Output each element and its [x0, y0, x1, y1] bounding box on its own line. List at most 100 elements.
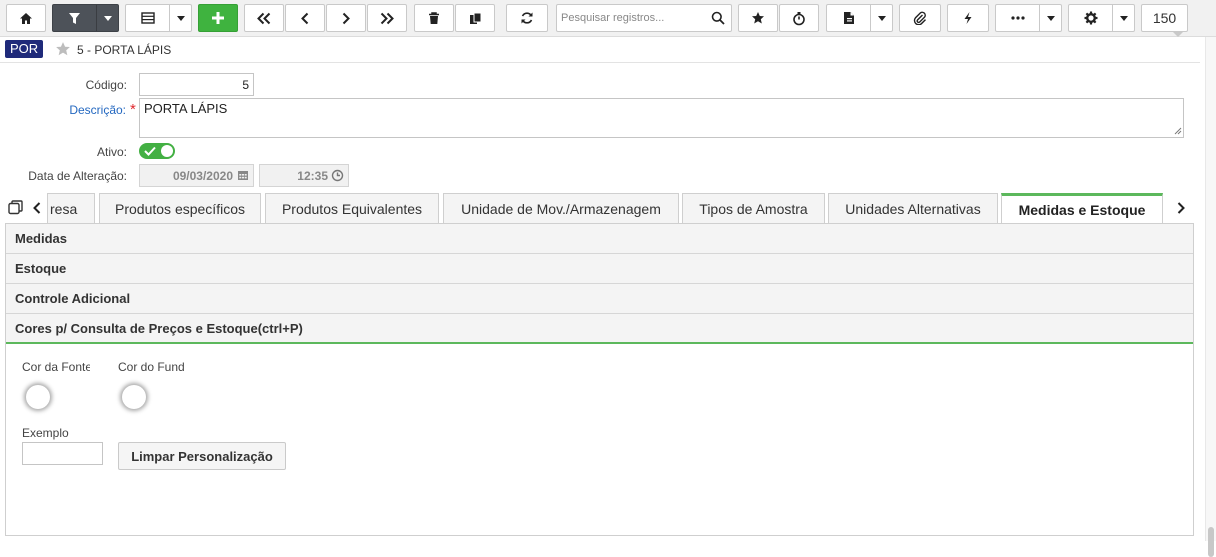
module-badge: POR — [5, 40, 44, 58]
record-header: POR 5 - PORTA LÁPIS — [0, 37, 1200, 63]
more-dropdown-toggle[interactable] — [1039, 5, 1061, 31]
windows-icon[interactable] — [8, 200, 23, 215]
attachment-button[interactable] — [899, 4, 941, 32]
search-box — [556, 4, 732, 32]
codigo-field[interactable] — [139, 73, 254, 96]
search-icon[interactable] — [711, 11, 725, 25]
tab-label: Medidas e Estoque — [1018, 202, 1146, 218]
section-title: Estoque — [15, 261, 67, 276]
descricao-label: Descrição: — [69, 103, 126, 117]
tab-label: Tipos de Amostra — [699, 200, 808, 217]
action-button[interactable] — [947, 4, 989, 32]
tab-unidade-mov-armazenagem[interactable]: Unidade de Mov./Armazenagem — [443, 193, 679, 223]
more-button[interactable] — [995, 4, 1062, 32]
clock-icon[interactable] — [331, 169, 344, 182]
section-medidas[interactable]: Medidas — [6, 224, 1193, 254]
grid-view-dropdown-toggle[interactable] — [169, 5, 191, 31]
filter-icon — [69, 12, 80, 24]
chevron-left-icon — [301, 12, 309, 24]
vertical-scrollbar[interactable] — [1205, 37, 1216, 557]
ativo-label: Ativo: — [96, 145, 127, 159]
favorite-button[interactable] — [738, 4, 778, 32]
descricao-field[interactable]: PORTA LÁPIS — [139, 98, 1184, 138]
first-record-button[interactable] — [244, 4, 284, 32]
tab-empresa[interactable]: resa — [47, 193, 95, 223]
star-icon — [752, 12, 764, 24]
cor-fundo-label: Cor do Fund — [118, 360, 185, 374]
hora-alteracao-field: 12:35 — [259, 164, 349, 187]
tab-label: Produtos Equivalentes — [281, 200, 423, 217]
previous-record-button[interactable] — [285, 4, 325, 32]
cor-fundo-picker[interactable] — [122, 385, 146, 409]
document-icon — [843, 12, 854, 24]
refresh-button[interactable] — [506, 4, 548, 32]
tab-label: Unidade de Mov./Armazenagem — [461, 200, 661, 217]
double-chevron-right-icon — [380, 12, 394, 24]
check-icon — [144, 146, 156, 156]
tab-bar: resa Produtos específicos Produtos Equiv… — [0, 193, 1200, 224]
tab-label: Produtos específicos — [115, 200, 245, 217]
tab-label: resa — [50, 200, 78, 217]
timer-button[interactable] — [779, 4, 819, 32]
chevron-right-icon — [342, 12, 350, 24]
tab-content: Medidas Estoque Controle Adicional Cores… — [5, 223, 1194, 536]
chevron-down-icon — [176, 15, 185, 21]
tab-unidades-alternativas[interactable]: Unidades Alternativas — [828, 193, 998, 223]
codigo-label: Código: — [85, 78, 127, 92]
filter-dropdown-toggle[interactable] — [96, 5, 118, 31]
paperclip-icon — [913, 11, 926, 25]
chevron-down-icon — [1119, 15, 1128, 21]
copy-button[interactable] — [455, 4, 495, 32]
section-estoque[interactable]: Estoque — [6, 254, 1193, 284]
section-controle-adicional[interactable]: Controle Adicional — [6, 284, 1193, 314]
exemplo-field[interactable] — [22, 442, 103, 465]
home-button[interactable] — [6, 4, 46, 32]
main-toolbar: 150 — [0, 0, 1216, 37]
tab-produtos-equivalentes[interactable]: Produtos Equivalentes — [265, 193, 439, 223]
home-icon — [20, 12, 32, 24]
add-record-button[interactable] — [198, 4, 238, 32]
grid-view-button[interactable] — [125, 4, 192, 32]
data-alteracao-value: 09/03/2020 — [172, 169, 233, 183]
scrollbar-thumb[interactable] — [1208, 527, 1214, 557]
data-alteracao-field: 09/03/2020 — [139, 164, 254, 187]
gear-icon — [1084, 11, 1097, 25]
calendar-icon[interactable] — [237, 169, 249, 181]
limpar-personalizacao-button[interactable]: Limpar Personalização — [118, 442, 286, 470]
report-dropdown-toggle[interactable] — [870, 5, 892, 31]
section-cores-consulta[interactable]: Cores p/ Consulta de Preços e Estoque(ct… — [6, 314, 1193, 344]
search-input[interactable] — [557, 5, 707, 31]
ativo-toggle[interactable] — [139, 143, 175, 159]
settings-dropdown-toggle[interactable] — [1112, 5, 1134, 31]
chevron-down-icon — [877, 15, 886, 21]
ellipsis-icon — [1010, 16, 1025, 20]
required-asterisk: * — [130, 101, 136, 118]
record-title: 5 - PORTA LÁPIS — [77, 43, 172, 57]
cor-fonte-picker[interactable] — [26, 385, 50, 409]
grid-icon — [140, 12, 155, 24]
next-record-button[interactable] — [326, 4, 366, 32]
copy-icon — [469, 12, 481, 24]
chevron-down-icon — [103, 15, 112, 21]
tab-tipos-de-amostra[interactable]: Tipos de Amostra — [682, 193, 825, 223]
plus-icon — [212, 12, 224, 24]
stopwatch-icon — [793, 11, 805, 25]
resize-handle-icon[interactable] — [1174, 127, 1182, 135]
tab-scroll-left-icon[interactable] — [33, 202, 41, 214]
delete-button[interactable] — [414, 4, 454, 32]
exemplo-label: Exemplo — [22, 426, 69, 440]
double-chevron-left-icon — [257, 12, 271, 24]
settings-button[interactable] — [1068, 4, 1135, 32]
section-title: Controle Adicional — [15, 291, 131, 306]
filter-button[interactable] — [52, 4, 119, 32]
star-icon[interactable] — [55, 41, 71, 57]
tab-produtos-especificos[interactable]: Produtos específicos — [99, 193, 261, 223]
refresh-icon — [521, 12, 533, 24]
report-button[interactable] — [826, 4, 893, 32]
tab-medidas-e-estoque[interactable]: Medidas e Estoque — [1001, 193, 1163, 224]
toggle-knob — [161, 145, 173, 157]
tab-scroll-right-icon[interactable] — [1177, 202, 1185, 214]
hora-alteracao-value: 12:35 — [297, 169, 328, 183]
trash-icon — [429, 11, 439, 24]
last-record-button[interactable] — [367, 4, 407, 32]
